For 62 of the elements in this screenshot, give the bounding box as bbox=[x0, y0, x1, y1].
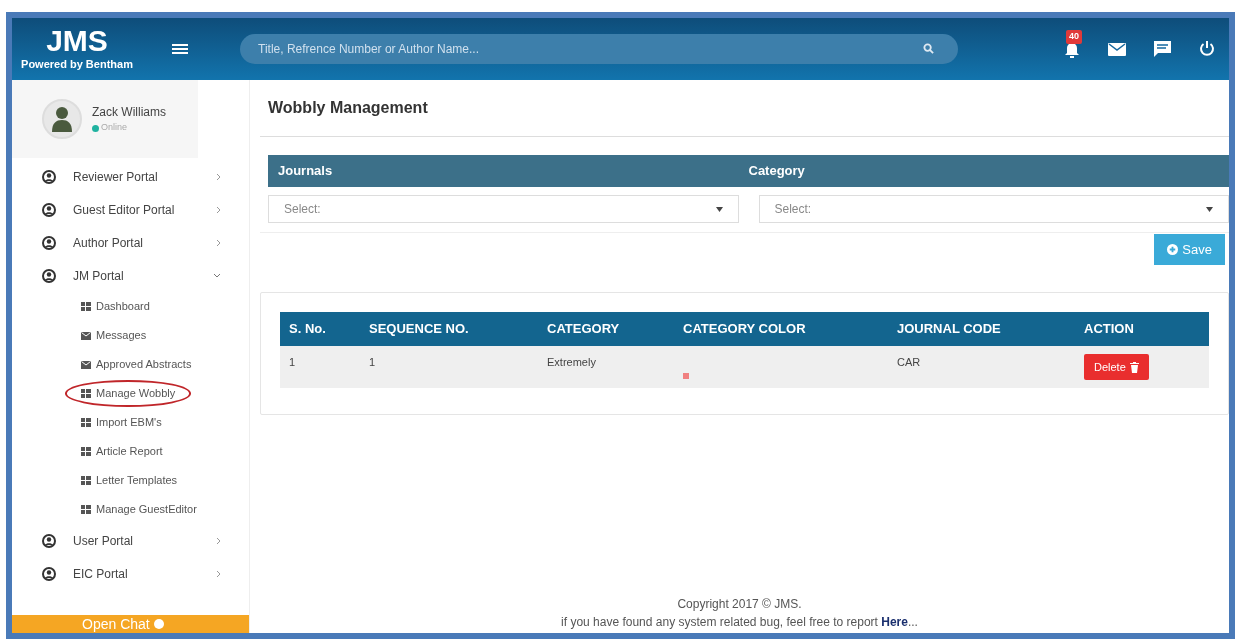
column-header: JOURNAL CODE bbox=[888, 312, 1075, 346]
mail-icon bbox=[81, 331, 91, 340]
sidebar-subitem[interactable]: Dashboard bbox=[65, 293, 166, 320]
mail-icon bbox=[81, 360, 91, 369]
table-cell: CAR bbox=[888, 346, 1075, 388]
grid-icon bbox=[81, 505, 91, 514]
user-circle-icon bbox=[42, 533, 56, 548]
select-field[interactable]: Select: bbox=[268, 195, 739, 223]
column-header: ACTION bbox=[1075, 312, 1209, 346]
tagline: Powered by Bentham bbox=[21, 56, 133, 72]
user-circle-icon bbox=[42, 235, 56, 250]
user-circle-icon bbox=[42, 566, 56, 581]
sidebar-subitem[interactable]: Import EBM's bbox=[65, 409, 178, 436]
user-status: Online bbox=[101, 121, 127, 135]
sidebar-subitem[interactable]: Letter Templates bbox=[65, 467, 194, 494]
sidebar-subitem[interactable]: Manage Wobbly bbox=[65, 380, 192, 407]
sidebar-subitem[interactable]: Messages bbox=[65, 322, 163, 349]
grid-icon bbox=[81, 418, 91, 427]
sidebar-subitem[interactable]: Manage GuestEditor bbox=[65, 496, 213, 523]
person-icon bbox=[52, 106, 72, 132]
sidebar-item[interactable]: User Portal bbox=[73, 531, 216, 550]
notification-badge: 40 bbox=[1066, 30, 1082, 44]
filter-label: Category bbox=[748, 162, 806, 181]
power-icon[interactable] bbox=[1199, 40, 1215, 58]
grid-icon bbox=[81, 447, 91, 456]
copyright-text: Copyright 2017 © JMS. bbox=[677, 596, 802, 613]
report-link[interactable]: Here bbox=[881, 615, 908, 629]
filter-label: Journals bbox=[277, 162, 334, 181]
plus-circle-icon bbox=[1167, 244, 1179, 255]
column-header: CATEGORY COLOR bbox=[674, 312, 888, 346]
user-circle-icon bbox=[42, 268, 56, 283]
dropdown-arrow-icon bbox=[1206, 206, 1213, 212]
mail-icon[interactable] bbox=[1108, 42, 1126, 56]
sidebar-item[interactable]: Author Portal bbox=[73, 233, 216, 252]
trash-icon bbox=[1129, 361, 1139, 373]
column-header: S. No. bbox=[280, 312, 360, 346]
sidebar-item[interactable]: EIC Portal bbox=[73, 564, 216, 583]
sidebar-subitem[interactable]: Article Report bbox=[65, 438, 179, 465]
sidebar-item[interactable]: Guest Editor Portal bbox=[73, 200, 216, 219]
sidebar-item[interactable]: JM Portal bbox=[73, 266, 213, 285]
search-icon[interactable] bbox=[923, 43, 934, 54]
dropdown-arrow-icon bbox=[715, 206, 723, 212]
bug-report-text: if you have found any system related bug, feel free to report Here... bbox=[561, 614, 918, 631]
column-header: CATEGORY bbox=[538, 312, 674, 346]
sidebar-item[interactable]: Reviewer Portal bbox=[73, 167, 216, 186]
logo: JMS bbox=[46, 25, 108, 56]
sidebar-subitem[interactable]: Approved Abstracts bbox=[65, 351, 208, 378]
delete-button[interactable]: Delete bbox=[1084, 354, 1149, 380]
column-header: SEQUENCE NO. bbox=[360, 312, 538, 346]
user-name: Zack Williams bbox=[92, 104, 166, 122]
grid-icon bbox=[81, 302, 91, 311]
grid-icon bbox=[81, 389, 91, 398]
menu-icon[interactable] bbox=[172, 42, 188, 56]
table-cell: Extremely bbox=[538, 346, 674, 388]
grid-icon bbox=[81, 476, 91, 485]
page-title: Wobbly Management bbox=[268, 98, 428, 118]
table-cell: 1 bbox=[360, 346, 538, 388]
select-field[interactable]: Select: bbox=[758, 195, 1229, 223]
search-field[interactable]: Title, Refrence Number or Author Name... bbox=[240, 34, 958, 64]
user-circle-icon bbox=[42, 169, 56, 184]
table-cell: 1 bbox=[280, 346, 360, 388]
user-circle-icon bbox=[42, 202, 56, 217]
